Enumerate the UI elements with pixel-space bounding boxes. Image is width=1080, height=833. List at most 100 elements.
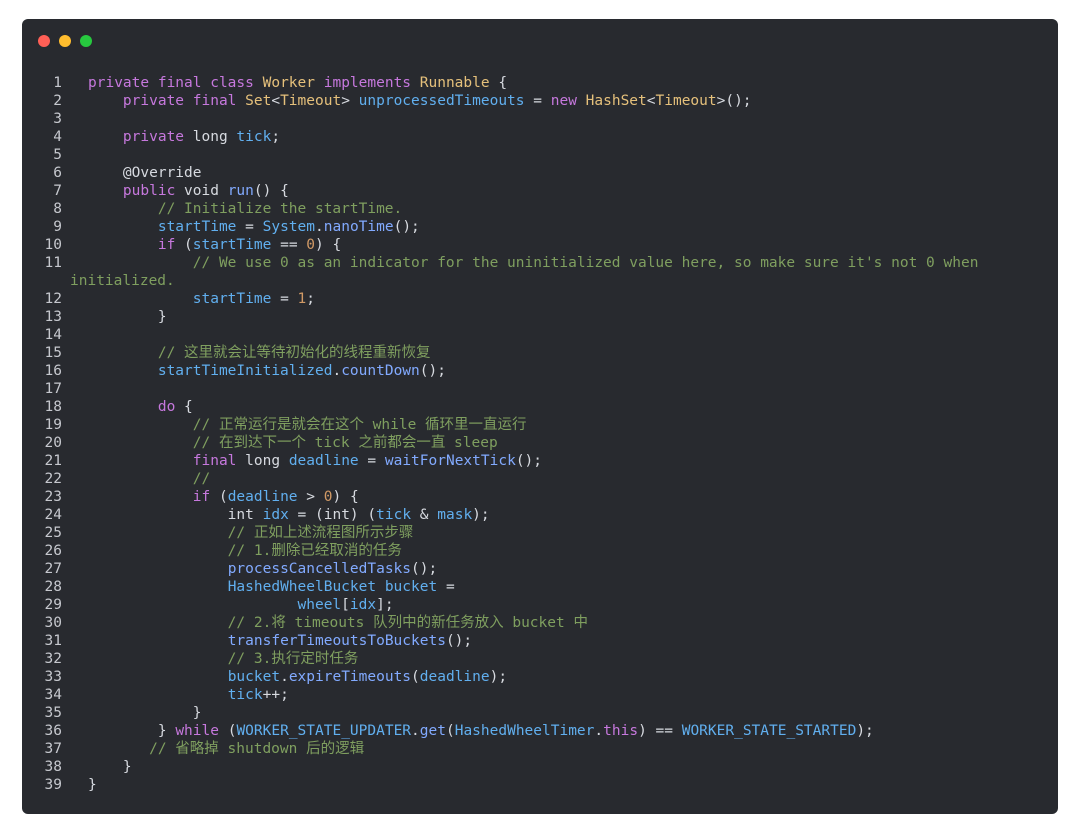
line-number: 37 <box>44 741 62 757</box>
code-line: 10 if (startTime == 0) { <box>22 236 1022 254</box>
code-line: 14 <box>22 326 1022 344</box>
code-token: processCancelledTasks <box>227 561 412 577</box>
code-token: (); <box>411 561 438 577</box>
code-line: 18 do { <box>22 398 1022 416</box>
code-token: tick <box>236 129 272 145</box>
code-token: // 正如上述流程图所示步骤 <box>88 525 414 541</box>
code-token: ( <box>184 237 193 253</box>
code-token: . <box>594 723 604 739</box>
code-token: bucket <box>384 579 438 595</box>
code-line: 27 processCancelledTasks(); <box>22 560 1022 578</box>
code-line: 24 int idx = (int) (tick & mask); <box>22 506 1022 524</box>
close-button[interactable] <box>38 35 50 47</box>
code-text: private final Set<Timeout> unprocessedTi… <box>88 92 752 110</box>
code-token: wheel <box>297 597 342 613</box>
code-token: HashSet <box>585 93 647 109</box>
code-token: } <box>88 705 202 721</box>
line-number: 5 <box>53 147 62 163</box>
code-line: 21 final long deadline = waitForNextTick… <box>22 452 1022 470</box>
code-text: public void run() { <box>88 182 289 200</box>
code-line: 30 // 2.将 timeouts 队列中的新任务放入 bucket 中 <box>22 614 1022 632</box>
line-number: 6 <box>53 165 62 181</box>
code-text: startTimeInitialized.countDown(); <box>88 362 446 380</box>
code-line: 22 // <box>22 470 1022 488</box>
code-token: ); <box>472 507 490 523</box>
code-line: 8 // Initialize the startTime. <box>22 200 1022 218</box>
code-token: idx <box>349 597 377 613</box>
code-token: > <box>341 93 359 109</box>
code-text: // 正常运行是就会在这个 while 循环里一直运行 <box>88 416 527 434</box>
line-number: 27 <box>44 561 62 577</box>
code-token: Worker <box>262 75 315 91</box>
code-line: 2 private final Set<Timeout> unprocessed… <box>22 92 1022 110</box>
line-number: 19 <box>44 417 62 433</box>
code-text: private final class Worker implements Ru… <box>88 74 507 92</box>
code-token: HashedWheelBucket <box>227 579 377 595</box>
code-token: run <box>227 183 254 199</box>
code-token: private final <box>122 93 246 109</box>
code-line: 5 <box>22 146 1022 164</box>
code-token: ]; <box>376 597 394 613</box>
code-token: public <box>122 183 185 199</box>
line-number: 3 <box>53 111 62 127</box>
code-token: = (int) ( <box>288 507 377 523</box>
code-text: private long tick; <box>88 128 280 146</box>
code-line: 9 startTime = System.nanoTime(); <box>22 218 1022 236</box>
code-token: expireTimeouts <box>288 669 412 685</box>
code-token: == <box>271 237 307 253</box>
code-text: // 1.删除已经取消的任务 <box>88 542 402 560</box>
code-token: // 2.将 timeouts 队列中的新任务放入 bucket 中 <box>88 615 588 631</box>
code-token: WORKER_STATE_STARTED <box>681 723 857 739</box>
code-token: Timeout <box>280 93 342 109</box>
line-number: 38 <box>44 759 62 775</box>
code-token: // 1.删除已经取消的任务 <box>88 543 402 559</box>
code-token: >(); <box>716 93 752 109</box>
code-token: ) == <box>638 723 682 739</box>
code-text: final long deadline = waitForNextTick(); <box>88 452 542 470</box>
code-token: startTime <box>192 237 272 253</box>
line-number: 14 <box>44 327 62 343</box>
line-number: 8 <box>53 201 62 217</box>
code-token: } <box>88 777 97 793</box>
code-line: 34 tick++; <box>22 686 1022 704</box>
code-line: 36 } while (WORKER_STATE_UPDATER.get(Has… <box>22 722 1022 740</box>
code-window: 1 private final class Worker implements R… <box>22 19 1058 814</box>
line-number: 35 <box>44 705 62 721</box>
code-line: 28 HashedWheelBucket bucket = <box>22 578 1022 596</box>
line-number: 22 <box>44 471 62 487</box>
code-token: = <box>524 93 551 109</box>
code-text: // 在到达下一个 tick 之前都会一直 sleep <box>88 434 498 452</box>
code-text: do { <box>88 398 193 416</box>
code-token: } <box>88 309 167 325</box>
code-token: // 省略掉 shutdown 后的逻辑 <box>88 741 365 757</box>
code-token: System <box>262 219 316 235</box>
code-token: initialized. <box>70 273 175 289</box>
line-number: 12 <box>44 291 62 307</box>
minimize-button[interactable] <box>59 35 71 47</box>
code-line: 25 // 正如上述流程图所示步骤 <box>22 524 1022 542</box>
line-number: 32 <box>44 651 62 667</box>
code-token: new <box>550 93 586 109</box>
code-line: 26 // 1.删除已经取消的任务 <box>22 542 1022 560</box>
code-text: wheel[idx]; <box>88 596 394 614</box>
maximize-button[interactable] <box>80 35 92 47</box>
code-text: // 3.执行定时任务 <box>88 650 359 668</box>
code-line: 6 @Override <box>22 164 1022 182</box>
code-token: @Override <box>88 165 202 181</box>
code-text: HashedWheelBucket bucket = <box>88 578 455 596</box>
code-token: ; <box>271 129 281 145</box>
code-token: ) { <box>332 489 359 505</box>
code-token: this <box>603 723 639 739</box>
code-line: 23 if (deadline > 0) { <box>22 488 1022 506</box>
window-titlebar <box>22 19 1058 63</box>
code-area[interactable]: 1 private final class Worker implements R… <box>22 74 1022 794</box>
code-token: // Initialize the startTime. <box>88 201 403 217</box>
